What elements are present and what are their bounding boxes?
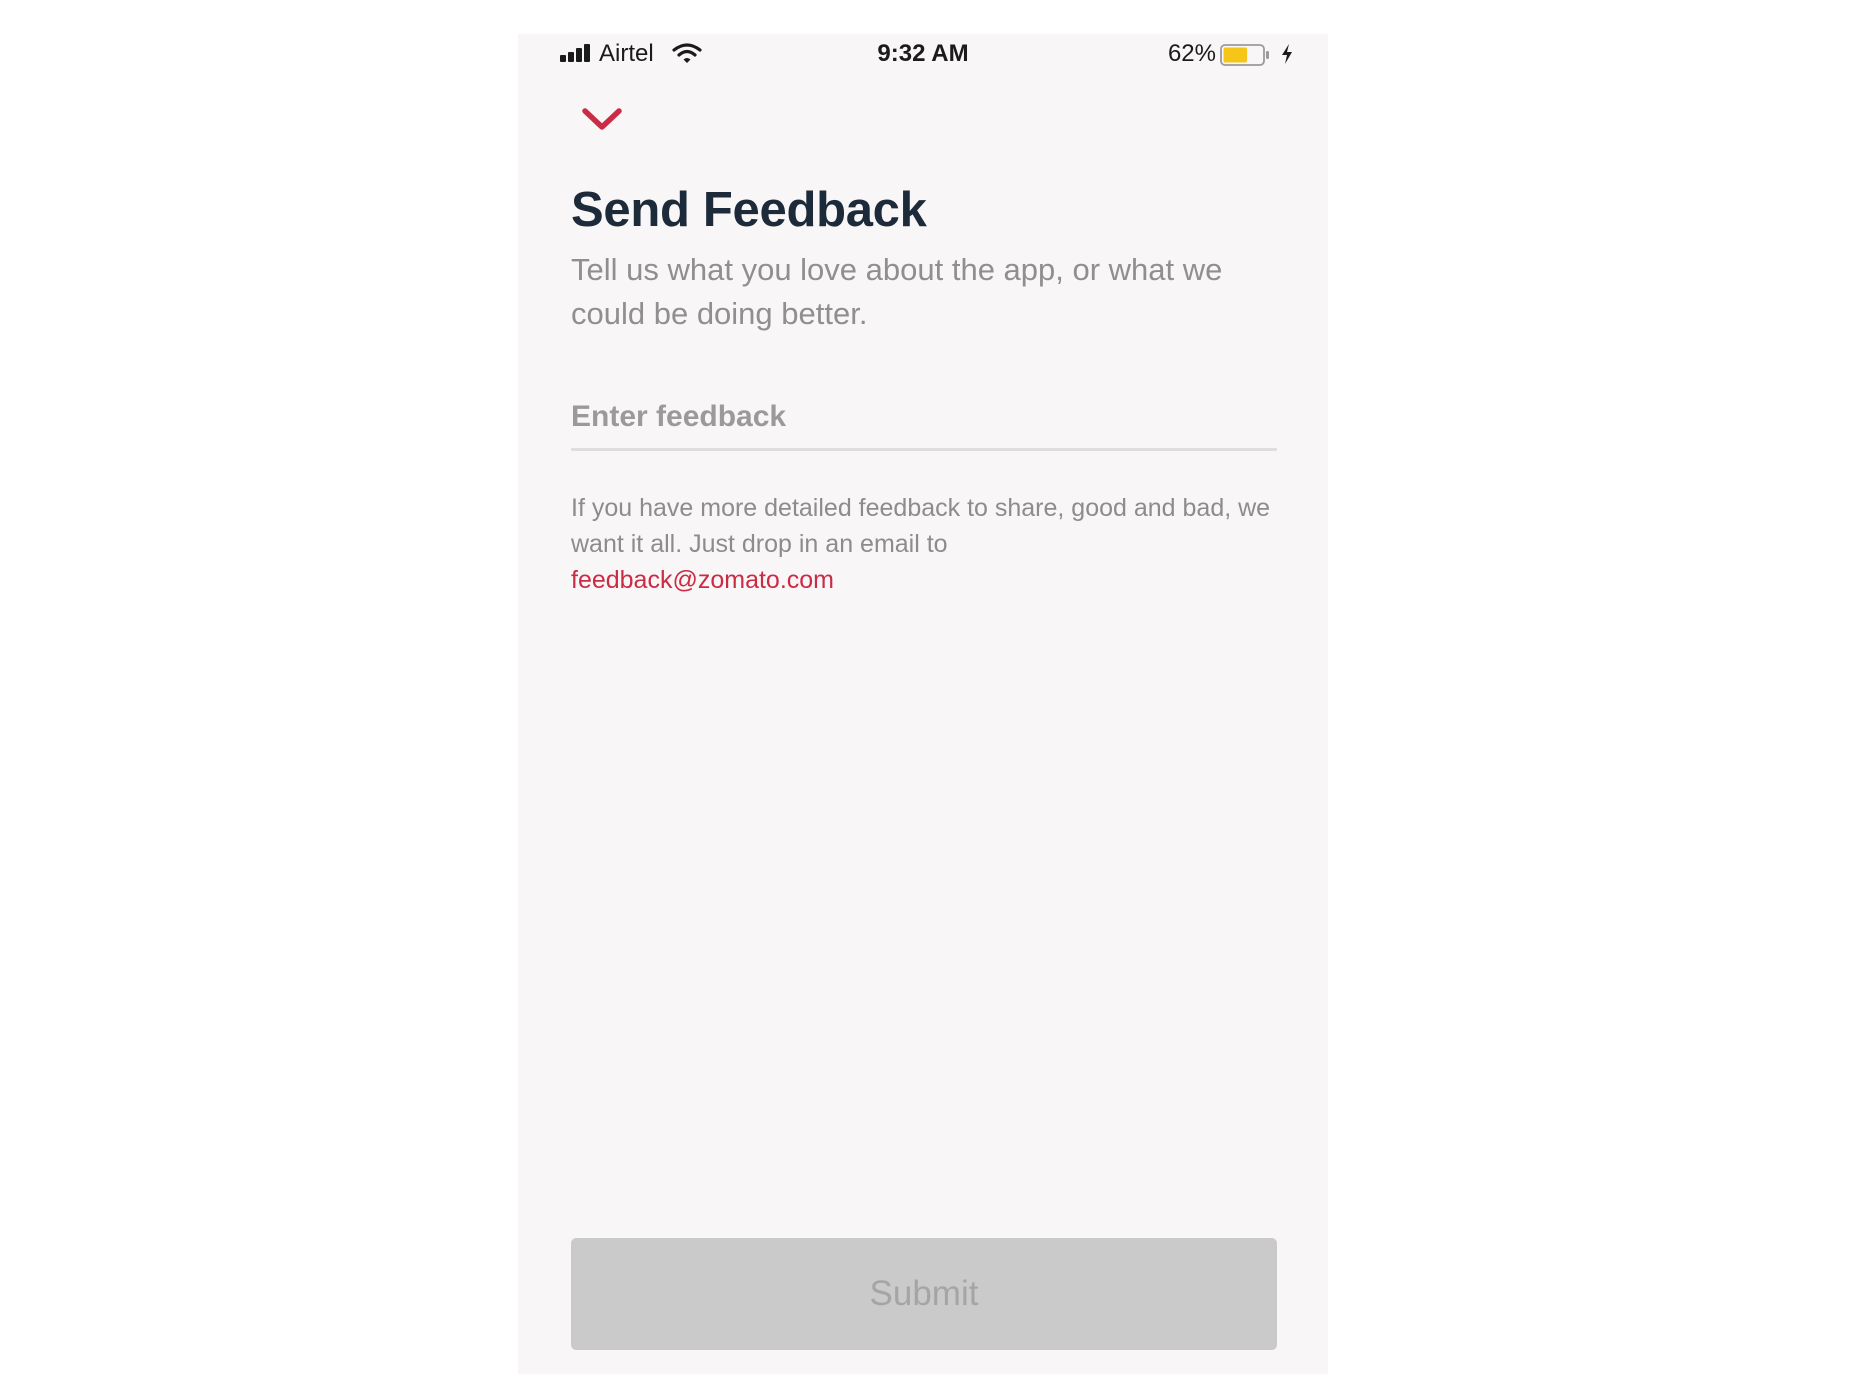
charging-bolt-icon xyxy=(1282,44,1292,64)
battery-percentage: 62% xyxy=(1167,40,1216,67)
submit-button[interactable]: Submit xyxy=(571,1238,1277,1350)
chevron-down-icon[interactable] xyxy=(580,102,624,136)
status-bar: Airtel 9:32 AM 62% xyxy=(518,34,1328,74)
email-info-message: If you have more detailed feedback to sh… xyxy=(571,494,1271,558)
battery-level-fill xyxy=(1223,47,1248,63)
app-screen: Airtel 9:32 AM 62% Send Feedback Tell us… xyxy=(518,34,1328,1374)
feedback-email-link[interactable]: feedback@zomato.com xyxy=(571,562,1291,598)
email-info-text: If you have more detailed feedback to sh… xyxy=(571,490,1291,598)
page-title: Send Feedback xyxy=(571,183,927,237)
feedback-input[interactable] xyxy=(571,386,1277,451)
battery-icon xyxy=(1220,44,1269,66)
page-subtitle: Tell us what you love about the app, or … xyxy=(571,252,1223,331)
